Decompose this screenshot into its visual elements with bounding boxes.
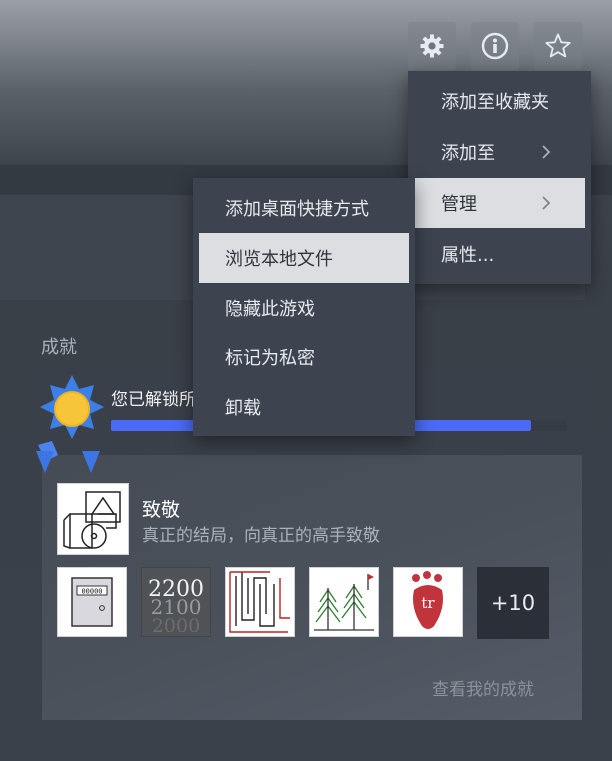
settings-button[interactable]: [408, 22, 456, 70]
menu-item-add-desktop-shortcut[interactable]: 添加桌面快捷方式: [199, 183, 409, 233]
menu-item-label: 添加至: [441, 143, 495, 164]
unlocked-text: 您已解锁所: [111, 390, 196, 410]
menu-item-browse-local-files[interactable]: 浏览本地文件: [199, 233, 409, 283]
menu-item-properties[interactable]: 属性...: [414, 229, 585, 279]
menu-item-label: 属性...: [441, 245, 495, 266]
achievement-tile[interactable]: tr: [393, 567, 463, 637]
trees-icon: [314, 574, 374, 631]
featured-achievement-icon[interactable]: [57, 483, 129, 555]
view-my-achievements-link[interactable]: 查看我的成就: [432, 675, 534, 700]
star-icon: [545, 33, 571, 58]
menu-item-label: 浏览本地文件: [225, 249, 333, 270]
menu-item-label: 卸载: [225, 398, 261, 419]
info-button[interactable]: [471, 22, 519, 70]
menu-item-hide-game[interactable]: 隐藏此游戏: [199, 283, 409, 333]
achievement-tile[interactable]: [309, 567, 379, 637]
info-icon: [481, 32, 509, 60]
chevron-right-icon: [542, 196, 551, 210]
menu-item-label: 隐藏此游戏: [225, 299, 315, 320]
menu-item-label: 标记为私密: [225, 348, 315, 369]
menu-item-label: 添加桌面快捷方式: [225, 199, 369, 220]
meter-readout: 00000: [81, 588, 102, 596]
gear-icon: [420, 34, 444, 58]
number-text: 2000: [152, 615, 200, 636]
more-count: +10: [490, 591, 536, 615]
numbers-icon: 2200 2100 2000: [148, 577, 204, 637]
achievement-tile[interactable]: 2200 2100 2000: [141, 567, 211, 637]
achievements-heading: 成就: [41, 337, 77, 358]
menu-item-label: 添加至收藏夹: [441, 92, 549, 113]
meter-icon: 00000: [71, 577, 113, 627]
footprint-label: tr: [421, 594, 435, 612]
more-achievements-button[interactable]: +10: [477, 567, 549, 639]
achievement-badge-icon: [36, 375, 104, 473]
context-menu: 添加至收藏夹 添加至 管理 属性...: [408, 71, 591, 284]
featured-achievement-title: 致敬: [142, 499, 181, 521]
menu-item-add-to[interactable]: 添加至: [414, 127, 585, 177]
manage-submenu: 添加桌面快捷方式 浏览本地文件 隐藏此游戏 标记为私密 卸载: [193, 178, 415, 436]
menu-item-manage[interactable]: 管理: [414, 178, 585, 228]
menu-item-label: 管理: [441, 194, 477, 215]
maze-icon: [229, 571, 290, 633]
menu-item-add-to-favorites[interactable]: 添加至收藏夹: [414, 76, 585, 126]
engine-sketch-icon: [63, 491, 121, 549]
achievement-tile[interactable]: 00000: [57, 567, 127, 637]
favorite-button[interactable]: [534, 22, 582, 70]
achievement-tile[interactable]: [225, 567, 295, 637]
menu-item-mark-private[interactable]: 标记为私密: [199, 332, 409, 382]
footprint-icon: tr: [412, 571, 443, 629]
featured-achievement-description: 真正的结局，向真正的高手致敬: [142, 526, 380, 546]
chevron-right-icon: [542, 145, 551, 159]
menu-item-uninstall[interactable]: 卸载: [199, 382, 409, 432]
